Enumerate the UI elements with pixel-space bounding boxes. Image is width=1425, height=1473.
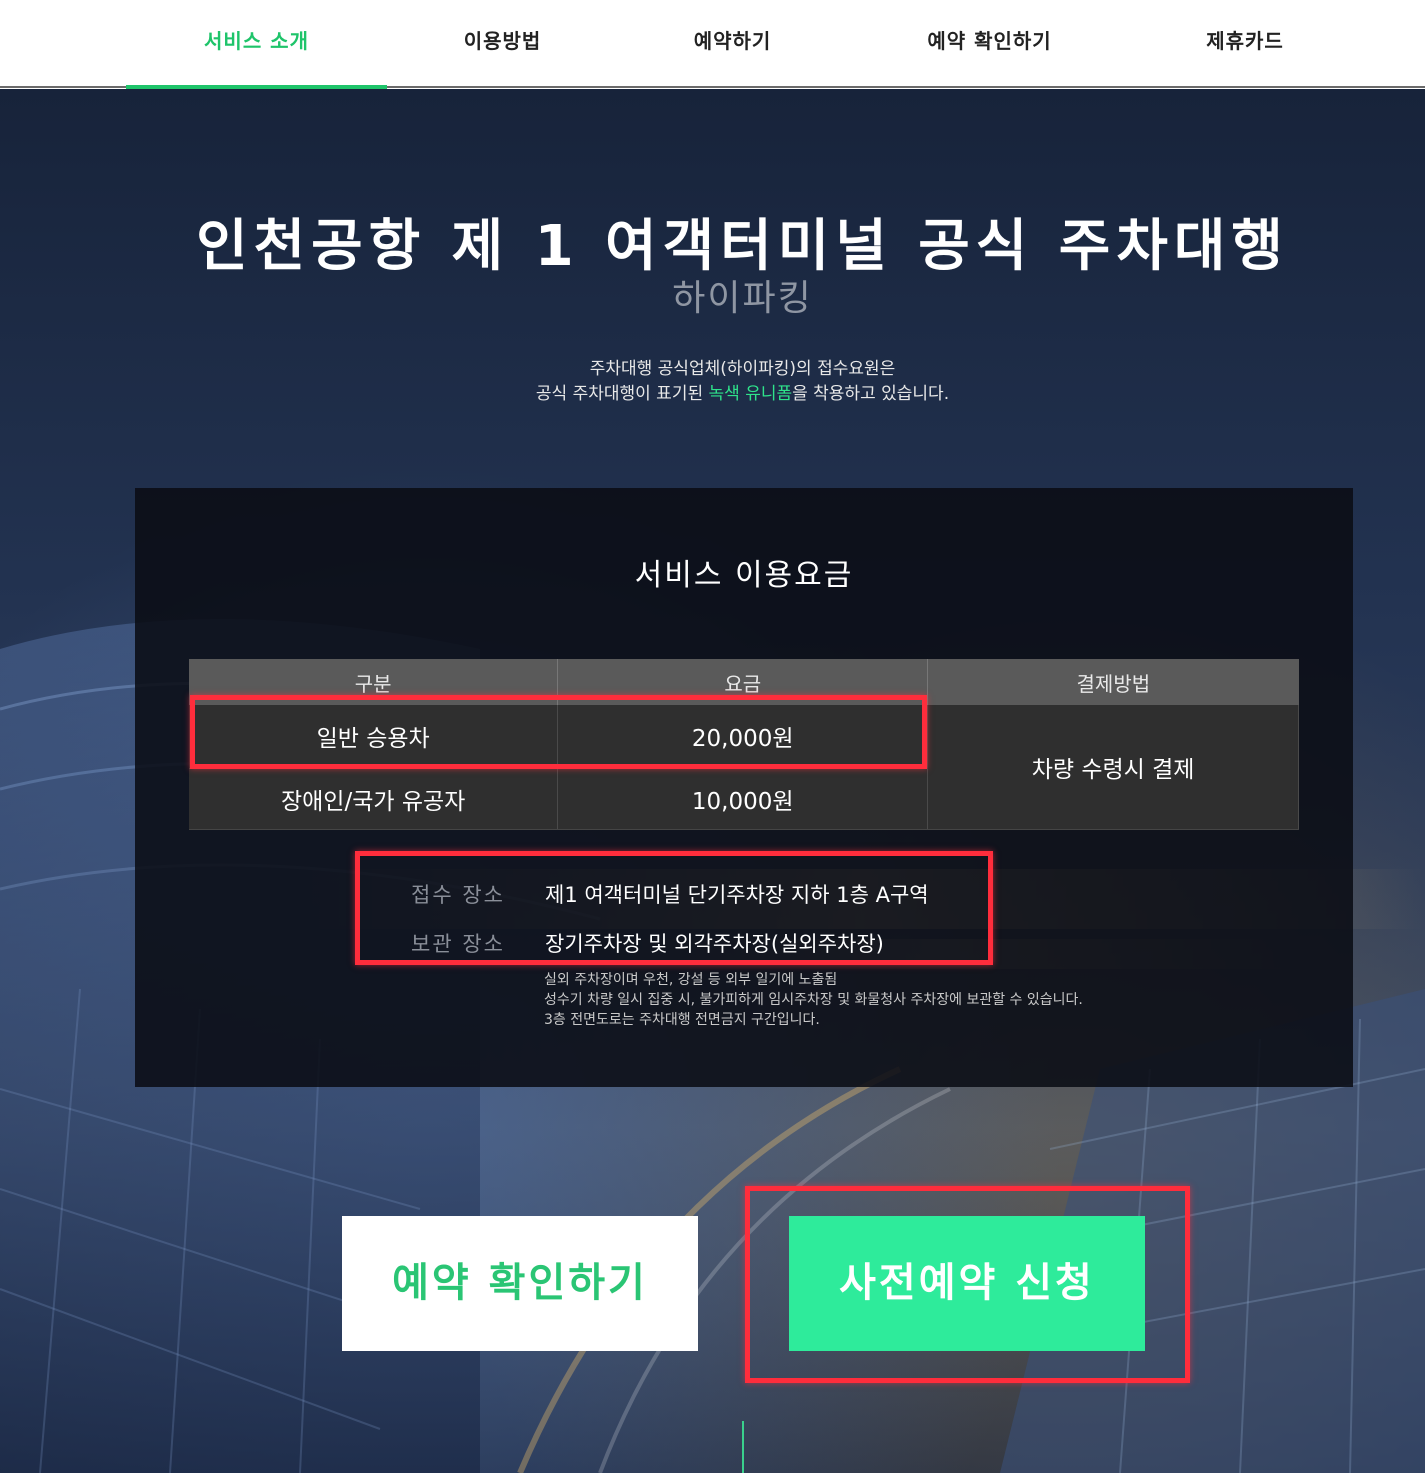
nav-item-partner-card[interactable]: 제휴카드: [1140, 0, 1350, 86]
nav-item-how-to-use[interactable]: 이용방법: [400, 0, 605, 86]
reception-value: 제1 여객터미널 단기주차장 지하 1층 A구역: [545, 883, 929, 907]
note-line: 3층 전면도로는 주차대행 전면금지 구간입니다.: [544, 1012, 820, 1028]
reception-location: 접수 장소 제1 여객터미널 단기주차장 지하 1층 A구역: [411, 879, 929, 909]
note-line: 성수기 차량 일시 집중 시, 불가피하게 임시주차장 및 화물청사 주차장에 …: [544, 992, 1083, 1008]
header-payment: 결제방법: [927, 659, 1299, 705]
pricing-panel: 서비스 이용요금 구분 요금 결제방법 일반 승용차 20,000원 차량 수령…: [135, 488, 1353, 1087]
storage-value: 장기주차장 및 외각주차장(실외주차장): [545, 932, 884, 956]
row-price: 20,000원: [557, 705, 929, 769]
nav-item-reserve[interactable]: 예약하기: [630, 0, 835, 86]
row-price: 10,000원: [557, 768, 929, 830]
hero-subtitle: 하이파킹: [672, 278, 813, 319]
hero-desc-line2-b: 을 착용하고 있습니다.: [792, 384, 950, 404]
hero-desc-line1: 주차대행 공식업체(하이파킹)의 접수요원은: [589, 359, 896, 379]
payment-method: 차량 수령시 결제: [927, 705, 1299, 830]
reservation-check-button[interactable]: 예약 확인하기: [342, 1216, 698, 1351]
hero-desc-line2-a: 공식 주차대행이 표기된: [535, 384, 709, 404]
top-nav: 서비스 소개 이용방법 예약하기 예약 확인하기 제휴카드: [0, 0, 1425, 89]
header-category: 구분: [189, 659, 559, 705]
pricing-header-row: 구분 요금 결제방법: [189, 659, 1299, 705]
nav-item-service-intro[interactable]: 서비스 소개: [126, 0, 387, 86]
scroll-indicator-line: [742, 1421, 744, 1473]
table-row: 일반 승용차 20,000원 차량 수령시 결제: [189, 705, 1299, 830]
pricing-table: 구분 요금 결제방법 일반 승용차 20,000원 차량 수령시 결제 장애인/…: [189, 659, 1299, 830]
pricing-title: 서비스 이용요금: [634, 558, 854, 593]
row-type: 일반 승용차: [189, 705, 559, 769]
nav-item-reservation-check[interactable]: 예약 확인하기: [872, 0, 1107, 86]
hero-desc-line2: 공식 주차대행이 표기된 녹색 유니폼을 착용하고 있습니다.: [0, 382, 1425, 407]
storage-label: 보관 장소: [411, 932, 505, 956]
header-price: 요금: [557, 659, 929, 705]
hero-description: 주차대행 공식업체(하이파킹)의 접수요원은 공식 주차대행이 표기된 녹색 유…: [0, 357, 1425, 407]
hero-section: 인천공항 제 1 여객터미널 공식 주차대행 하이파킹 주차대행 공식업체(하이…: [0, 89, 1425, 1473]
note-line: 실외 주차장이며 우천, 강설 등 외부 일기에 노출됨: [544, 972, 838, 988]
storage-notes: 실외 주차장이며 우천, 강설 등 외부 일기에 노출됨 성수기 차량 일시 집…: [544, 970, 1083, 1030]
storage-location: 보관 장소 장기주차장 및 외각주차장(실외주차장): [411, 928, 884, 958]
row-type: 장애인/국가 유공자: [189, 768, 559, 830]
green-uniform-highlight: 녹색 유니폼: [708, 384, 793, 404]
pre-reservation-button[interactable]: 사전예약 신청: [789, 1216, 1145, 1351]
reception-label: 접수 장소: [411, 883, 505, 907]
